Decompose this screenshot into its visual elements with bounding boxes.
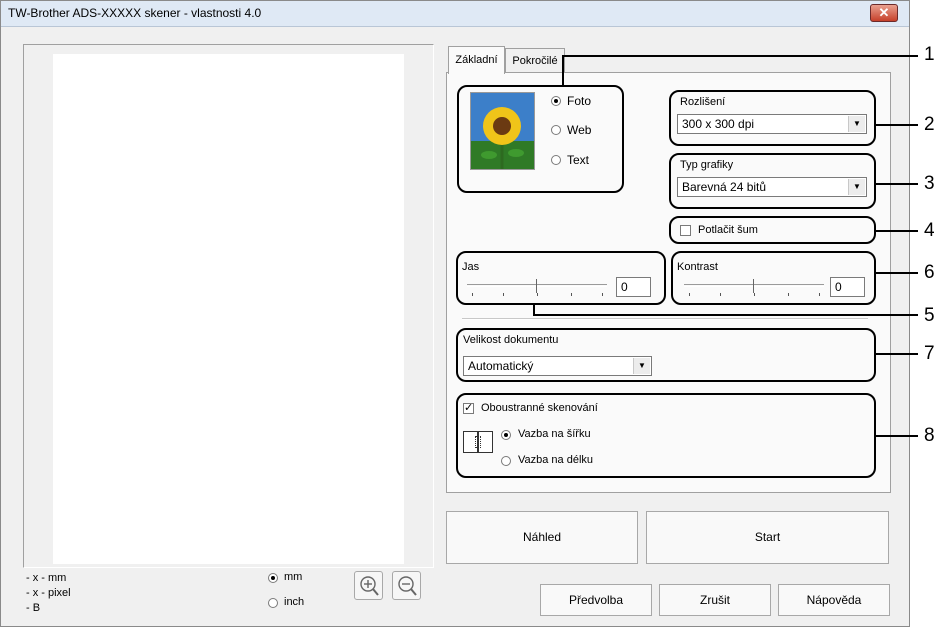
unit-inch-label: inch <box>284 596 305 608</box>
callout-number-1: 1 <box>924 44 935 65</box>
callout-line-8 <box>876 435 918 437</box>
callout-frame-8 <box>456 393 876 478</box>
callout-number-2: 2 <box>924 114 935 135</box>
help-button[interactable]: Nápověda <box>778 584 890 616</box>
callout-line-3 <box>876 183 918 185</box>
window-title: TW-Brother ADS-XXXXX skener - vlastnosti… <box>8 6 262 20</box>
preview-button[interactable]: Náhled <box>446 511 638 564</box>
dimension-mm-readout: - x - mm <box>26 572 67 584</box>
cancel-button[interactable]: Zrušit <box>659 584 771 616</box>
callout-line-6 <box>876 272 918 274</box>
callout-number-4: 4 <box>924 220 935 241</box>
callout-number-6: 6 <box>924 262 935 283</box>
zoom-out-button[interactable] <box>392 571 421 600</box>
zoom-in-icon <box>360 576 379 596</box>
callout-frame-6 <box>671 251 876 305</box>
callout-line-4 <box>876 230 918 232</box>
dimension-pixel-readout: - x - pixel <box>26 587 71 599</box>
callout-frame-2 <box>669 90 876 146</box>
divider <box>462 318 868 320</box>
preset-button[interactable]: Předvolba <box>540 584 652 616</box>
start-button[interactable]: Start <box>646 511 889 564</box>
callout-line-5 <box>533 314 918 316</box>
unit-mm-label: mm <box>284 571 303 583</box>
zoom-in-button[interactable] <box>354 571 383 600</box>
callout-number-3: 3 <box>924 173 935 194</box>
tab-advanced[interactable]: Pokročilé <box>505 48 565 73</box>
callout-frame-7 <box>456 328 876 382</box>
callout-frame-3 <box>669 153 876 209</box>
unit-inch-radio[interactable] <box>268 598 278 608</box>
callout-frame-5 <box>456 251 666 305</box>
callout-number-5: 5 <box>924 305 935 326</box>
callout-line-1 <box>562 55 564 86</box>
callout-number-8: 8 <box>924 425 935 446</box>
unit-mm-radio[interactable] <box>268 573 278 583</box>
callout-frame-4 <box>669 216 876 244</box>
close-button[interactable]: ✕ <box>870 4 898 22</box>
zoom-out-icon <box>398 576 417 596</box>
callout-line-1 <box>562 55 918 57</box>
callout-number-7: 7 <box>924 343 935 364</box>
tab-basic[interactable]: Základní <box>448 46 505 74</box>
preview-page <box>53 54 404 564</box>
callout-frame-1 <box>457 85 624 193</box>
callout-line-7 <box>876 353 918 355</box>
callout-line-2 <box>876 124 918 126</box>
file-size-readout: - B <box>26 602 41 614</box>
